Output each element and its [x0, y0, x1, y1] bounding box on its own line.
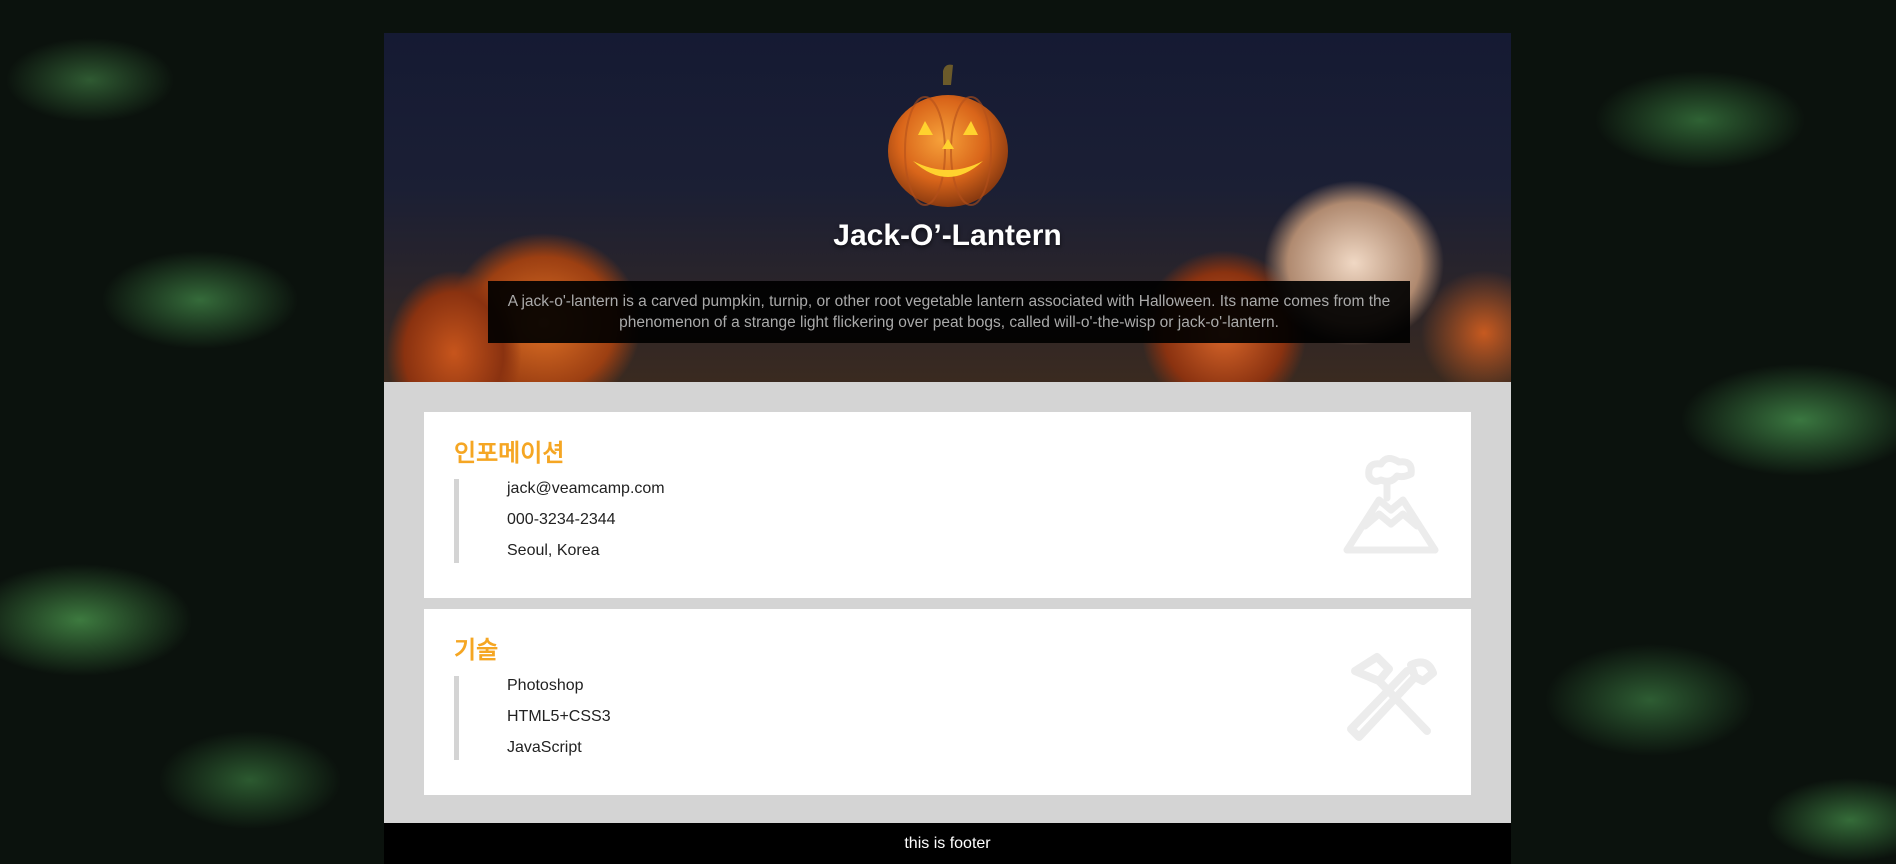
skill-item: Photoshop — [507, 677, 584, 694]
phone-item: 000-3234-2344 — [507, 511, 616, 528]
skills-card: 기술 Photoshop HTML5+CSS3 JavaScript — [424, 609, 1471, 795]
page-container: Jack-O’-Lantern A jack-o'-lantern is a c… — [384, 33, 1511, 864]
page-title: Jack-O’-Lantern — [833, 219, 1062, 252]
location-item: Seoul, Korea — [507, 542, 600, 559]
skill-item: JavaScript — [507, 739, 582, 756]
skills-list: Photoshop HTML5+CSS3 JavaScript — [454, 676, 611, 760]
hero-description: A jack-o'-lantern is a carved pumpkin, t… — [488, 281, 1410, 343]
pumpkin-icon — [888, 64, 1008, 207]
email-item: jack@veamcamp.com — [507, 480, 665, 497]
skill-item: HTML5+CSS3 — [507, 708, 611, 725]
hero-header: Jack-O’-Lantern A jack-o'-lantern is a c… — [384, 33, 1511, 382]
volcano-icon — [1343, 455, 1439, 554]
information-list: jack@veamcamp.com 000-3234-2344 Seoul, K… — [454, 479, 665, 563]
information-card: 인포메이션 jack@veamcamp.com 000-3234-2344 Se… — [424, 412, 1471, 598]
footer: this is footer — [384, 823, 1511, 864]
information-title: 인포메이션 — [454, 440, 565, 467]
tools-icon — [1347, 653, 1437, 741]
skills-title: 기술 — [454, 637, 499, 664]
